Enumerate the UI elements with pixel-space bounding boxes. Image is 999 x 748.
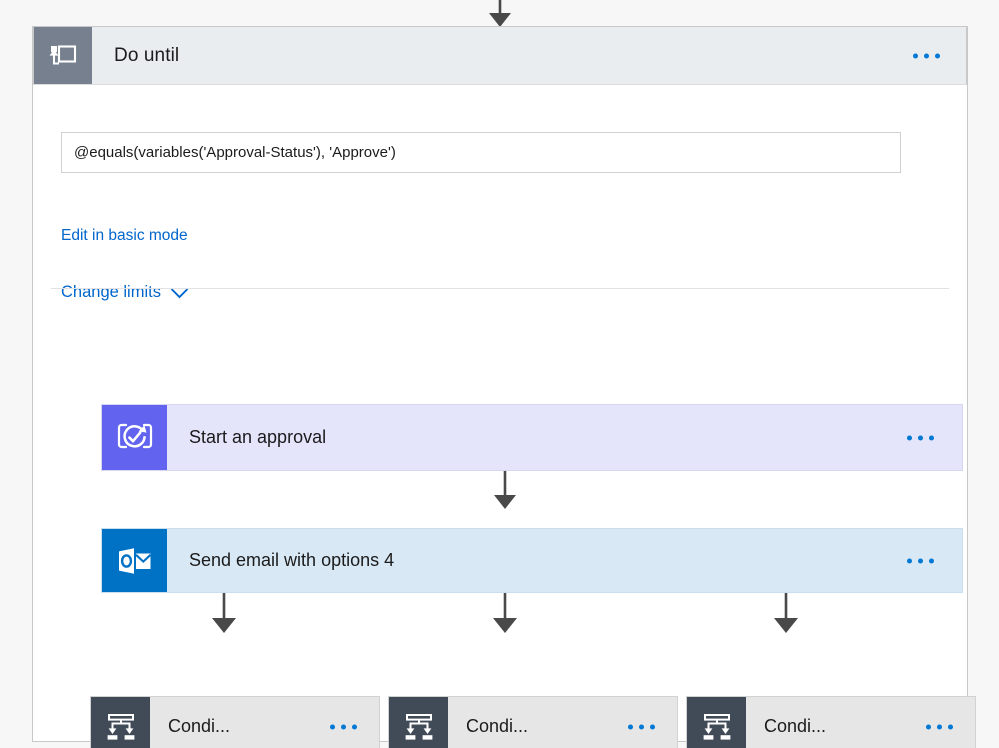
action-card-title: Send email with options 4 (189, 550, 395, 570)
action-card-menu-button[interactable] (330, 724, 357, 729)
section-divider (51, 288, 949, 289)
ellipsis-dot (937, 724, 942, 729)
action-card-condition-3[interactable]: Condi... (686, 696, 976, 748)
action-card-menu-button[interactable] (926, 724, 953, 729)
action-card-send-email-with-options-4[interactable]: Send email with options 4 (101, 528, 963, 593)
condition-branch-icon (91, 697, 150, 748)
condition-branch-icon (687, 697, 746, 748)
flow-designer-canvas: Do until Edit in basic mode Change limit… (0, 0, 999, 748)
action-card-title: Start an approval (189, 427, 327, 447)
do-until-header[interactable]: Do until (33, 26, 967, 85)
action-card-menu-button[interactable] (907, 558, 934, 563)
incoming-connector-arrow-icon (489, 0, 511, 27)
ellipsis-dot (918, 435, 923, 440)
ellipsis-dot (948, 724, 953, 729)
do-until-menu-button[interactable] (913, 53, 940, 58)
outlook-icon (102, 529, 167, 592)
ellipsis-dot (352, 724, 357, 729)
ellipsis-dot (924, 53, 929, 58)
action-card-start-an-approval[interactable]: Start an approval (101, 404, 963, 471)
edit-in-basic-mode-link[interactable]: Edit in basic mode (61, 227, 188, 245)
action-card-title: Condi... (168, 716, 231, 736)
ellipsis-dot (650, 724, 655, 729)
ellipsis-dot (929, 558, 934, 563)
ellipsis-dot (913, 53, 918, 58)
ellipsis-dot (341, 724, 346, 729)
action-card-condition-1[interactable]: Condi... (90, 696, 380, 748)
action-card-condition-2[interactable]: Condi... (388, 696, 678, 748)
do-until-body: Edit in basic mode Change limits (33, 85, 976, 748)
ellipsis-dot (330, 724, 335, 729)
action-card-menu-button[interactable] (628, 724, 655, 729)
action-card-title: Condi... (764, 716, 827, 736)
ellipsis-dot (918, 558, 923, 563)
ellipsis-dot (639, 724, 644, 729)
change-limits-toggle[interactable]: Change limits (61, 283, 189, 302)
condition-branch-icon (389, 697, 448, 748)
ellipsis-dot (907, 558, 912, 563)
do-until-loop-icon (34, 27, 92, 84)
ellipsis-dot (628, 724, 633, 729)
ellipsis-dot (935, 53, 940, 58)
approvals-icon (102, 405, 167, 470)
action-card-title: Condi... (466, 716, 529, 736)
condition-expression-input[interactable] (61, 132, 901, 173)
ellipsis-dot (907, 435, 912, 440)
ellipsis-dot (926, 724, 931, 729)
action-card-menu-button[interactable] (907, 435, 934, 440)
do-until-scope: Do until Edit in basic mode Change limit… (32, 26, 976, 748)
do-until-title: Do until (114, 44, 180, 66)
change-limits-label: Change limits (61, 283, 161, 301)
ellipsis-dot (929, 435, 934, 440)
